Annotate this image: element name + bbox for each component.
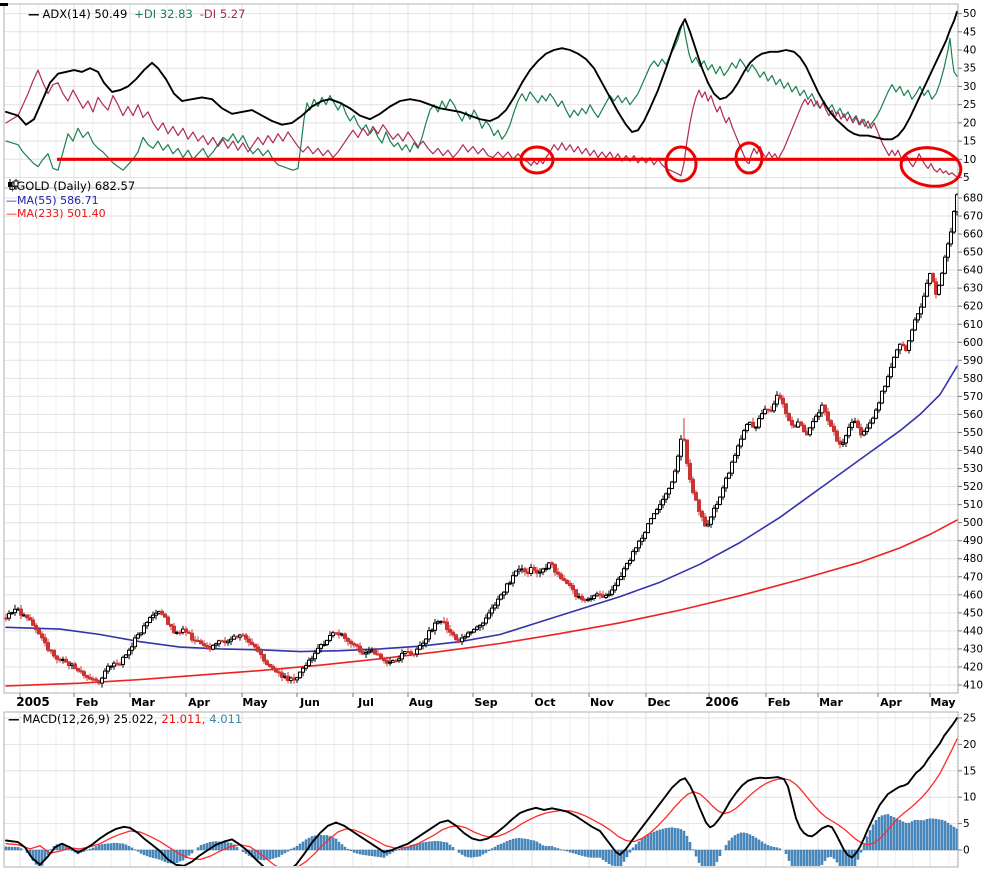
svg-text:610: 610	[963, 319, 983, 331]
svg-text:15: 15	[963, 136, 976, 148]
macd-line-swatch: —	[8, 712, 20, 726]
svg-text:420: 420	[963, 662, 983, 674]
month-label: Mar	[819, 696, 843, 709]
svg-text:620: 620	[963, 301, 983, 313]
ma55-line-swatch: —	[6, 194, 17, 207]
svg-text:560: 560	[963, 409, 983, 421]
gold-legend-label: $GOLD (Daily) 682.57	[9, 179, 136, 193]
price-panel: 680 670 660 650 640 630 620 610 600 590 580 570 560 5…	[3, 187, 983, 694]
svg-text:20: 20	[963, 117, 976, 129]
month-label: Aug	[409, 696, 433, 709]
svg-text:440: 440	[963, 625, 983, 637]
month-label: Jul	[357, 696, 374, 709]
x-axis: 2005 Feb Mar Apr May Jun Jul Aug Sep Oct Nov Dec 200…	[16, 693, 956, 709]
svg-text:25: 25	[963, 713, 976, 725]
svg-text:540: 540	[963, 445, 983, 457]
svg-text:40: 40	[963, 45, 976, 57]
month-label: 2006	[705, 695, 738, 709]
svg-text:520: 520	[963, 481, 983, 493]
chart-canvas: 5045403530252015105680670660650640630620…	[0, 3, 983, 868]
svg-text:590: 590	[963, 355, 983, 367]
svg-text:450: 450	[963, 607, 983, 619]
ma233-line-swatch: —	[6, 207, 17, 220]
svg-text:580: 580	[963, 373, 983, 385]
svg-text:500: 500	[963, 517, 983, 529]
adx-legend-label: ADX(14) 50.49	[42, 7, 128, 21]
month-label: Oct	[534, 696, 555, 709]
month-label: Apr	[880, 696, 902, 709]
svg-text:530: 530	[963, 463, 983, 475]
macd-legend: — MACD(12,26,9) 25.022, 21.011, 4.011	[8, 712, 242, 726]
annotation-ellipse	[899, 146, 963, 188]
svg-text:640: 640	[963, 265, 983, 277]
svg-text:630: 630	[963, 283, 983, 295]
svg-text:480: 480	[963, 553, 983, 565]
svg-text:570: 570	[963, 391, 983, 403]
svg-text:20: 20	[963, 739, 976, 751]
svg-text:550: 550	[963, 427, 983, 439]
month-label: May	[242, 696, 267, 709]
macd-legend-label: MACD(12,26,9) 25.022,	[22, 712, 158, 726]
minus-di-legend-label: -DI 5.27	[199, 7, 246, 21]
adx-line-swatch: —	[28, 7, 40, 21]
svg-text:30: 30	[963, 81, 976, 93]
svg-text:680: 680	[963, 193, 983, 205]
adx-panel: 50 45 40 35 30 25 20 15 10 5	[0, 3, 976, 189]
ma55-legend: —MA(55) 586.71	[6, 194, 99, 207]
svg-text:25: 25	[963, 99, 976, 111]
candles	[4, 193, 958, 688]
svg-text:660: 660	[963, 229, 983, 241]
plus-di-legend-label: +DI 32.83	[134, 7, 193, 21]
svg-text:510: 510	[963, 499, 983, 511]
svg-text:460: 460	[963, 589, 983, 601]
month-label: Dec	[647, 696, 670, 709]
month-label: Feb	[768, 696, 791, 709]
svg-text:10: 10	[963, 154, 976, 166]
svg-text:15: 15	[963, 765, 976, 777]
svg-text:5: 5	[963, 818, 970, 830]
month-label: 2005	[16, 695, 49, 709]
macd-hist-legend-label: 4.011	[209, 712, 243, 726]
gold-legend: $GOLD (Daily) 682.57	[6, 179, 135, 193]
svg-text:670: 670	[963, 211, 983, 223]
ma233-legend: —MA(233) 501.40	[6, 207, 106, 220]
month-label: May	[930, 696, 955, 709]
svg-text:5: 5	[963, 172, 970, 184]
month-label: Jun	[299, 696, 320, 709]
svg-text:410: 410	[963, 680, 983, 692]
macd-signal-legend-label: 21.011,	[161, 712, 206, 726]
svg-text:10: 10	[963, 792, 976, 804]
svg-text:50: 50	[963, 8, 976, 20]
svg-text:650: 650	[963, 247, 983, 259]
month-label: Apr	[188, 696, 210, 709]
month-label: Feb	[76, 696, 99, 709]
svg-text:600: 600	[963, 337, 983, 349]
svg-text:490: 490	[963, 535, 983, 547]
svg-text:45: 45	[963, 26, 976, 38]
svg-text:470: 470	[963, 571, 983, 583]
svg-text:430: 430	[963, 643, 983, 655]
month-label: Mar	[131, 696, 155, 709]
stockchart: 50 45 40 35 30 25 20 15 10 5 680 670 660 650 640 630 620…	[0, 0, 997, 871]
svg-text:0: 0	[963, 845, 970, 857]
macd-panel: 25 20 15 10 5 0	[3, 711, 976, 868]
month-label: Nov	[590, 696, 615, 709]
adx-legend: — ADX(14) 50.49 +DI 32.83 -DI 5.27	[28, 7, 245, 21]
ma55-legend-label: MA(55) 586.71	[17, 194, 99, 207]
svg-text:35: 35	[963, 63, 976, 75]
ma233-legend-label: MA(233) 501.40	[17, 207, 106, 220]
month-label: Sep	[474, 696, 497, 709]
